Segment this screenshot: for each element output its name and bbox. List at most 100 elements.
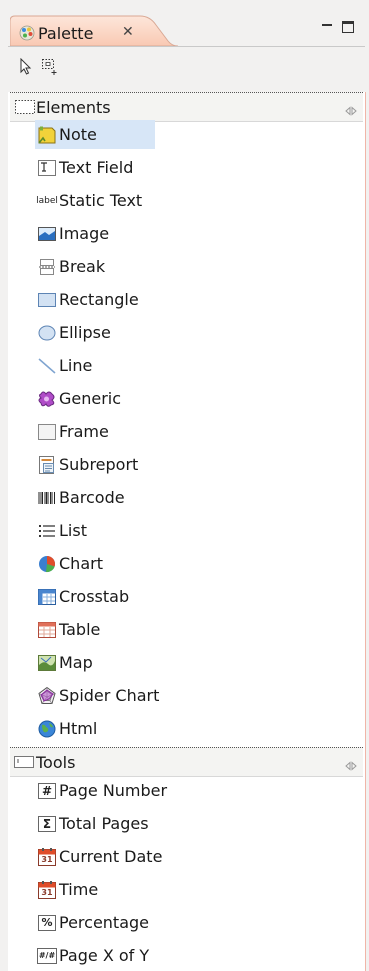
palette-view: Palette ✕ Elements Note Text Field label… (8, 10, 366, 971)
palette-item-total-pages[interactable]: Σ Total Pages (35, 809, 149, 838)
generic-icon (37, 389, 57, 409)
time-glyph: 31 (41, 888, 53, 897)
palette-item-label: Static Text (59, 191, 143, 210)
palette-item-crosstab[interactable]: Crosstab (35, 582, 129, 611)
palette-item-label: Table (59, 620, 101, 639)
palette-item-label: Note (59, 125, 97, 144)
break-icon (37, 257, 57, 277)
palette-item-frame[interactable]: Frame (35, 417, 109, 446)
percentage-glyph: % (41, 916, 53, 929)
palette-tab[interactable]: Palette ✕ (10, 15, 178, 46)
palette-item-html[interactable]: Html (35, 714, 97, 743)
palette-item-break[interactable]: Break (35, 252, 105, 281)
palette-item-spider-chart[interactable]: Spider Chart (35, 681, 159, 710)
crosstab-icon (37, 587, 57, 607)
palette-item-label: Barcode (59, 488, 125, 507)
palette-item-line[interactable]: Line (35, 351, 92, 380)
percentage-icon: % (37, 913, 57, 933)
current-date-icon: 31 (37, 847, 57, 867)
view-tab-bar: Palette ✕ (8, 10, 365, 46)
image-icon (37, 224, 57, 244)
palette-item-label: Page X of Y (59, 946, 150, 965)
line-icon (37, 356, 57, 376)
minimize-icon[interactable] (321, 18, 333, 30)
drawer-tools-label: Tools (36, 753, 76, 772)
palette-item-list[interactable]: List (35, 516, 87, 545)
palette-item-map[interactable]: Map (35, 648, 93, 677)
palette-item-label: Time (59, 880, 99, 899)
drawer-elements-label: Elements (36, 98, 111, 117)
palette-item-label: Frame (59, 422, 109, 441)
total-pages-glyph: Σ (42, 816, 52, 831)
palette-item-label: Html (59, 719, 98, 738)
palette-item-page-x-of-y[interactable]: #/# Page X of Y (35, 941, 149, 970)
text-field-icon (37, 158, 57, 178)
total-pages-icon: Σ (37, 814, 57, 834)
subreport-icon (37, 455, 57, 475)
palette-item-label: List (59, 521, 87, 540)
palette-content: Elements Note Text Field label Static Te… (8, 92, 366, 971)
collapse-icon[interactable] (345, 101, 357, 116)
palette-item-label: Text Field (59, 158, 134, 177)
palette-item-text-field[interactable]: Text Field (35, 153, 133, 182)
collapse-icon[interactable] (345, 756, 357, 771)
marquee-icon[interactable] (41, 58, 59, 76)
palette-item-label: Map (59, 653, 93, 672)
current-date-glyph: 31 (41, 855, 53, 864)
drawer-elements[interactable]: Elements (10, 92, 363, 122)
html-icon (37, 719, 57, 739)
palette-item-note[interactable]: Note (35, 120, 155, 149)
palette-item-percentage[interactable]: % Percentage (35, 908, 149, 937)
palette-item-label: Line (59, 356, 93, 375)
palette-item-label: Image (59, 224, 110, 243)
palette-item-label: Page Number (59, 781, 168, 800)
ellipse-icon (37, 323, 57, 343)
palette-item-table[interactable]: Table (35, 615, 100, 644)
palette-item-static-text[interactable]: label Static Text (35, 186, 142, 215)
frame-icon (37, 422, 57, 442)
drawer-tools[interactable]: Tools (10, 747, 363, 777)
palette-item-label: Break (59, 257, 106, 276)
table-icon (37, 620, 57, 640)
palette-item-label: Percentage (59, 913, 150, 932)
palette-item-current-date[interactable]: 31 Current Date (35, 842, 162, 871)
palette-item-label: Current Date (59, 847, 163, 866)
palette-toolbar (8, 46, 365, 93)
palette-item-label: Rectangle (59, 290, 139, 309)
palette-item-generic[interactable]: Generic (35, 384, 121, 413)
palette-item-chart[interactable]: Chart (35, 549, 103, 578)
palette-item-label: Ellipse (59, 323, 111, 342)
maximize-icon[interactable] (342, 18, 354, 33)
close-icon[interactable]: ✕ (122, 24, 134, 40)
rectangle-icon (37, 290, 57, 310)
map-icon (37, 653, 57, 673)
spider-chart-icon (37, 686, 57, 706)
static-text-icon: label (36, 195, 58, 206)
page-x-of-y-glyph: #/# (38, 951, 56, 960)
tools-drawer-icon (14, 754, 36, 770)
list-icon (37, 521, 57, 541)
chart-icon (37, 554, 57, 574)
page-number-glyph: # (41, 783, 53, 798)
page-number-icon: # (37, 781, 57, 801)
palette-item-image[interactable]: Image (35, 219, 109, 248)
palette-item-label: Crosstab (59, 587, 130, 606)
page-x-of-y-icon: #/# (37, 946, 57, 966)
palette-item-label: Chart (59, 554, 103, 573)
arrow-pointer-icon[interactable] (18, 57, 36, 76)
palette-item-page-number[interactable]: # Page Number (35, 776, 167, 805)
palette-item-subreport[interactable]: Subreport (35, 450, 138, 479)
palette-item-label: Subreport (59, 455, 139, 474)
palette-item-barcode[interactable]: Barcode (35, 483, 125, 512)
barcode-icon (37, 488, 57, 508)
palette-item-label: Total Pages (59, 814, 149, 833)
palette-item-time[interactable]: 31 Time (35, 875, 98, 904)
note-icon (37, 125, 57, 145)
palette-item-label: Spider Chart (59, 686, 160, 705)
time-icon: 31 (37, 880, 57, 900)
palette-icon (19, 25, 35, 41)
palette-item-ellipse[interactable]: Ellipse (35, 318, 111, 347)
tab-label: Palette (38, 24, 94, 43)
palette-item-label: Generic (59, 389, 122, 408)
palette-item-rectangle[interactable]: Rectangle (35, 285, 139, 314)
